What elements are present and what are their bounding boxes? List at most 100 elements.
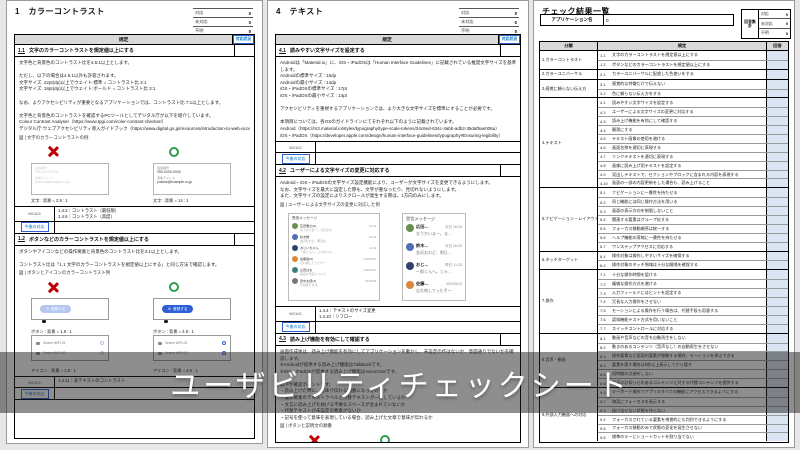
card-value: yusuke@example.co.jp — [35, 179, 71, 184]
rule-text: 見出しテキストで、セクションやブロックに含まれる内容を表現する — [612, 171, 739, 177]
category-cell: 6.タッチターゲット — [540, 251, 598, 270]
answer-cell[interactable] — [766, 306, 788, 315]
answer-cell[interactable] — [766, 298, 788, 306]
answer-cell[interactable] — [766, 161, 788, 170]
category-cell: 4.テキスト — [540, 98, 598, 188]
followup-value[interactable] — [316, 322, 520, 333]
answer-cell[interactable] — [766, 343, 788, 352]
text-line: ・記号を使って意味を表現している場合、読み上げた文章で意味が伝わるか — [280, 414, 433, 420]
rule-text: ヘルプ機能の導線に一貫性を持たせる — [612, 234, 682, 240]
rule-number: 4.7 — [600, 154, 606, 160]
answer-cell[interactable] — [766, 117, 788, 126]
low-contrast-card: 電話番号 090-0X00-0X00 送信アドレス yusuke@example… — [31, 162, 109, 195]
answer-cell[interactable] — [766, 415, 788, 424]
answer-cell[interactable] — [234, 45, 254, 56]
radio-icon — [222, 341, 226, 346]
answer-cell[interactable] — [766, 315, 788, 324]
high-contrast-button: ⚙ 登録する — [162, 305, 194, 314]
followup-value[interactable] — [316, 153, 520, 164]
rule-text: 冗長な入力操作をさせない — [612, 298, 662, 304]
section-title: ユーザーによる文字サイズの変更に対応する — [289, 168, 390, 175]
answer-cell[interactable] — [766, 224, 788, 233]
answer-cell[interactable] — [766, 126, 788, 135]
chat-row: 田中太郎(3) 2019/5/8 写真送ります。 — [292, 277, 376, 287]
answer-cell[interactable] — [766, 188, 788, 198]
answer-cell[interactable] — [766, 135, 788, 143]
answer-cell[interactable] — [766, 324, 788, 333]
answer-cell[interactable] — [766, 179, 788, 188]
rule-text: 動画や音声などの音を自動再生をしない — [612, 335, 686, 341]
application-name-input[interactable]: 0 — [604, 14, 734, 26]
answer-cell[interactable] — [766, 216, 788, 224]
text-line — [19, 67, 250, 74]
rule-text: ナビゲーションに一貫性を持たせる — [612, 189, 678, 195]
rule-number: 7.5 — [600, 308, 606, 314]
rule-number: 8.2 — [600, 344, 606, 350]
section-number: 1.2 — [18, 236, 25, 243]
answer-cell[interactable] — [766, 207, 788, 216]
rule-row: 6.1 操作対象は操作しやすいサイズを確保する — [598, 251, 788, 261]
summary-row: 未対応 0 — [759, 19, 790, 29]
answer-cell[interactable] — [766, 60, 788, 69]
answer-cell[interactable] — [766, 424, 788, 433]
answer-cell[interactable] — [766, 251, 788, 261]
rule-text: 操作対象は操作しやすいサイズを確保する — [612, 253, 690, 259]
chat-time: 16:33 — [369, 223, 376, 228]
rule-number: 4.8 — [600, 163, 606, 169]
answer-cell[interactable] — [766, 69, 788, 79]
rule-number: 7.3 — [600, 290, 606, 296]
chat-time: 昨日 11:33 — [445, 262, 462, 267]
answer-cell[interactable] — [766, 79, 788, 89]
rule-column-header: 規定 — [15, 35, 232, 44]
section-number: 4.2 — [279, 167, 286, 174]
answer-cell[interactable] — [234, 233, 254, 245]
device-label: Device WiFi-01 — [164, 341, 188, 346]
answer-cell[interactable] — [766, 433, 788, 442]
rule-number: 9.6 — [600, 434, 606, 440]
summary-label: 未対応 — [761, 20, 773, 26]
rule-row: 9.5 フォーカス移動のみで状態の変化を発生させない — [598, 423, 788, 433]
answer-cell[interactable] — [500, 45, 520, 56]
good-example-icon — [169, 146, 179, 157]
category-cell: 5.ナビゲーション・レイアウト — [540, 188, 598, 251]
answer-cell[interactable] — [500, 333, 520, 345]
answer-cell[interactable] — [766, 233, 788, 242]
answer-cell[interactable] — [766, 198, 788, 207]
answer-cell[interactable] — [766, 51, 788, 60]
answer-cell[interactable] — [766, 98, 788, 108]
answer-cell[interactable] — [766, 152, 788, 161]
chat-row: 山田はな 2019/5/10 来週の予定について… — [292, 266, 376, 276]
summary-value: 0 — [514, 28, 517, 34]
followup-link[interactable]: 今後の対応 — [281, 322, 310, 333]
text-line: 文字色と背景色のコントラストを確認するPCツールとしてデジタル庁が以下を紹介して… — [19, 112, 214, 118]
rule-number: 5.3 — [600, 208, 606, 214]
answer-cell[interactable] — [766, 143, 788, 152]
answer-cell[interactable] — [766, 289, 788, 298]
summary-label: 対応 — [195, 10, 204, 15]
rule-row: 4.8 画像に読み上げ用テキストを設定する — [598, 160, 788, 170]
section-4-1-body: Androidは「Material.io」に、iOS・iPadOSは「Human… — [276, 57, 520, 143]
text-line: Colour Contrast Analyser（https://www.tpg… — [19, 119, 167, 125]
summary-label: 不明 — [761, 30, 769, 36]
answer-cell[interactable] — [766, 333, 788, 343]
answer-cell[interactable] — [766, 170, 788, 179]
summary-value: 0 — [785, 21, 788, 27]
answer-cell[interactable] — [766, 242, 788, 251]
answer-cell[interactable] — [766, 108, 788, 117]
section-4-2-header: 4.2 ユーザーによる文字サイズの変更に対応する — [276, 165, 520, 178]
answer-cell[interactable] — [766, 261, 788, 270]
answer-cell[interactable] — [766, 270, 788, 280]
chat-name: おじ… — [416, 261, 429, 267]
followup-link[interactable]: 今後の対応 — [281, 153, 310, 164]
answer-cell[interactable] — [766, 89, 788, 98]
followup-link[interactable]: 今後の対応 — [20, 222, 49, 233]
radio-icon — [100, 341, 104, 346]
answer-cell[interactable] — [766, 280, 788, 289]
chat-preview: 金沢おわど、明日… — [416, 249, 452, 255]
rule-number: 6.2 — [600, 262, 606, 268]
rule-text: 文字のカラーコントラストを規定値以上にする — [612, 52, 698, 58]
followup-value[interactable] — [55, 222, 254, 233]
rule-number: 4.5 — [600, 136, 606, 142]
rule-text: 十分な操作時間を設ける — [612, 271, 658, 277]
answer-cell[interactable] — [500, 165, 520, 177]
